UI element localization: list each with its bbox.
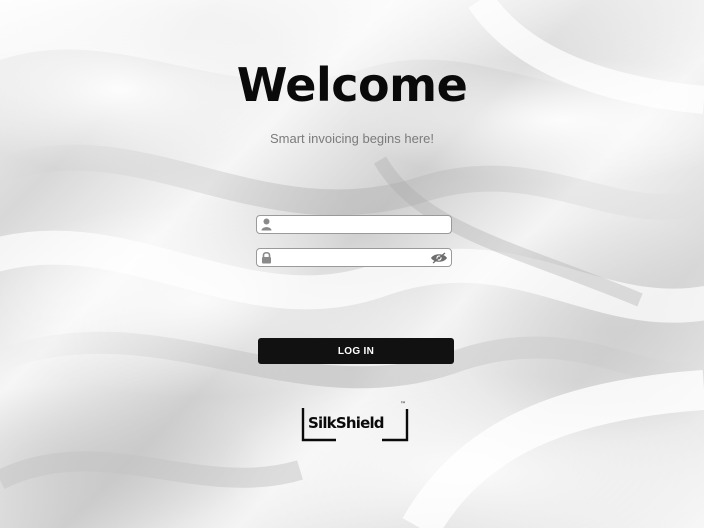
logo-wordmark: SilkShield	[308, 414, 385, 432]
password-field[interactable]	[256, 248, 452, 267]
eye-icon[interactable]	[430, 252, 448, 264]
user-icon	[261, 218, 272, 231]
password-input[interactable]	[275, 249, 425, 266]
username-field[interactable]	[256, 215, 452, 234]
page-title: Welcome	[236, 58, 468, 112]
lock-icon	[262, 251, 271, 264]
username-input[interactable]	[275, 216, 425, 233]
silkshield-logo: SilkShield ™	[300, 401, 410, 443]
trademark-mark: ™	[400, 401, 406, 408]
login-button[interactable]: LOG IN	[258, 338, 454, 364]
page-subtitle: Smart invoicing begins here!	[269, 131, 435, 146]
